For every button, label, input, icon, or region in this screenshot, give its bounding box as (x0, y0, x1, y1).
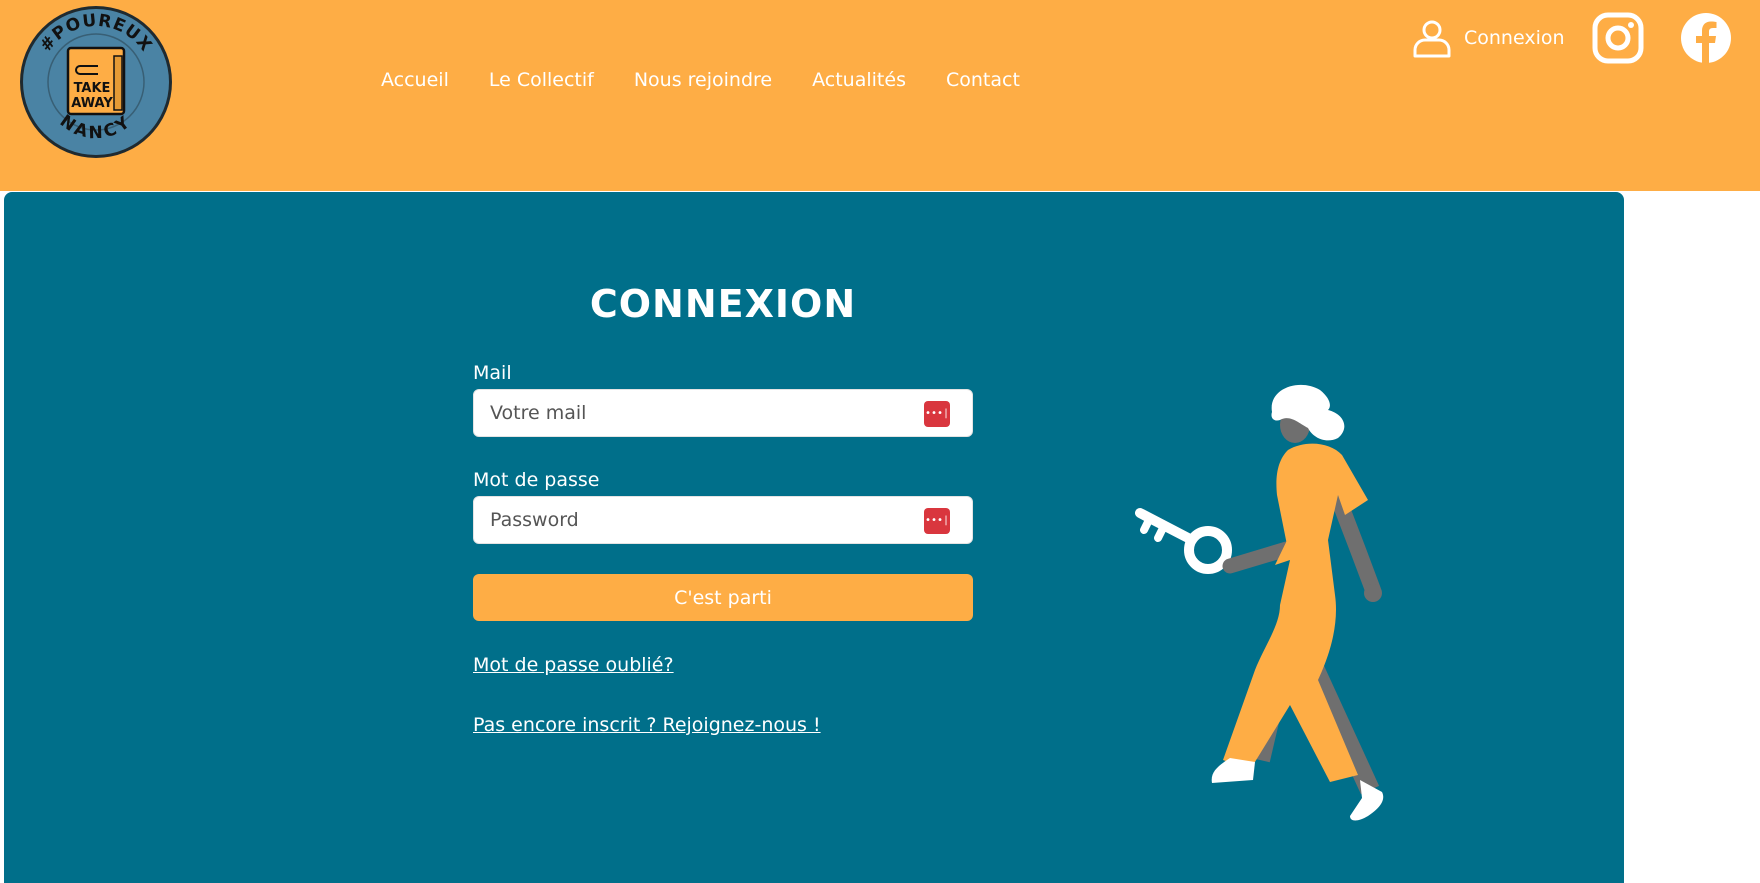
password-field-wrapper: •••| (473, 496, 973, 544)
password-manager-icon[interactable]: •••| (924, 401, 950, 427)
logo-away: AWAY (71, 96, 113, 111)
instagram-icon[interactable] (1592, 12, 1644, 64)
nav-accueil[interactable]: Accueil (381, 69, 449, 91)
user-icon (1413, 20, 1451, 58)
mail-label: Mail (473, 362, 512, 384)
mail-input[interactable] (474, 390, 914, 436)
woman-with-key-illustration (1135, 384, 1384, 821)
register-link[interactable]: Pas encore inscrit ? Rejoignez-nous ! (473, 714, 821, 736)
nav-le-collectif[interactable]: Le Collectif (489, 69, 594, 91)
password-manager-icon[interactable]: •••| (924, 508, 950, 534)
logo-take: TAKE (74, 81, 111, 96)
submit-button[interactable]: C'est parti (473, 574, 973, 621)
forgot-password-link[interactable]: Mot de passe oublié? (473, 654, 674, 676)
nav-nous-rejoindre[interactable]: Nous rejoindre (634, 69, 772, 91)
key-icon (1135, 508, 1232, 574)
facebook-icon[interactable] (1680, 12, 1732, 64)
nav-actualites[interactable]: Actualités (812, 69, 906, 91)
site-header: #POUREUX NANCY TAKE AWAY Accueil Le Coll… (0, 0, 1760, 191)
mail-field-wrapper: •••| (473, 389, 973, 437)
site-logo[interactable]: #POUREUX NANCY TAKE AWAY (18, 4, 174, 160)
main-nav: Accueil Le Collectif Nous rejoindre Actu… (381, 69, 1060, 91)
header-login-link[interactable]: Connexion (1412, 18, 1565, 58)
header-login-label: Connexion (1464, 27, 1565, 49)
page-title: CONNEXION (589, 282, 857, 326)
nav-contact[interactable]: Contact (946, 69, 1020, 91)
password-input[interactable] (474, 497, 914, 543)
password-label: Mot de passe (473, 469, 600, 491)
